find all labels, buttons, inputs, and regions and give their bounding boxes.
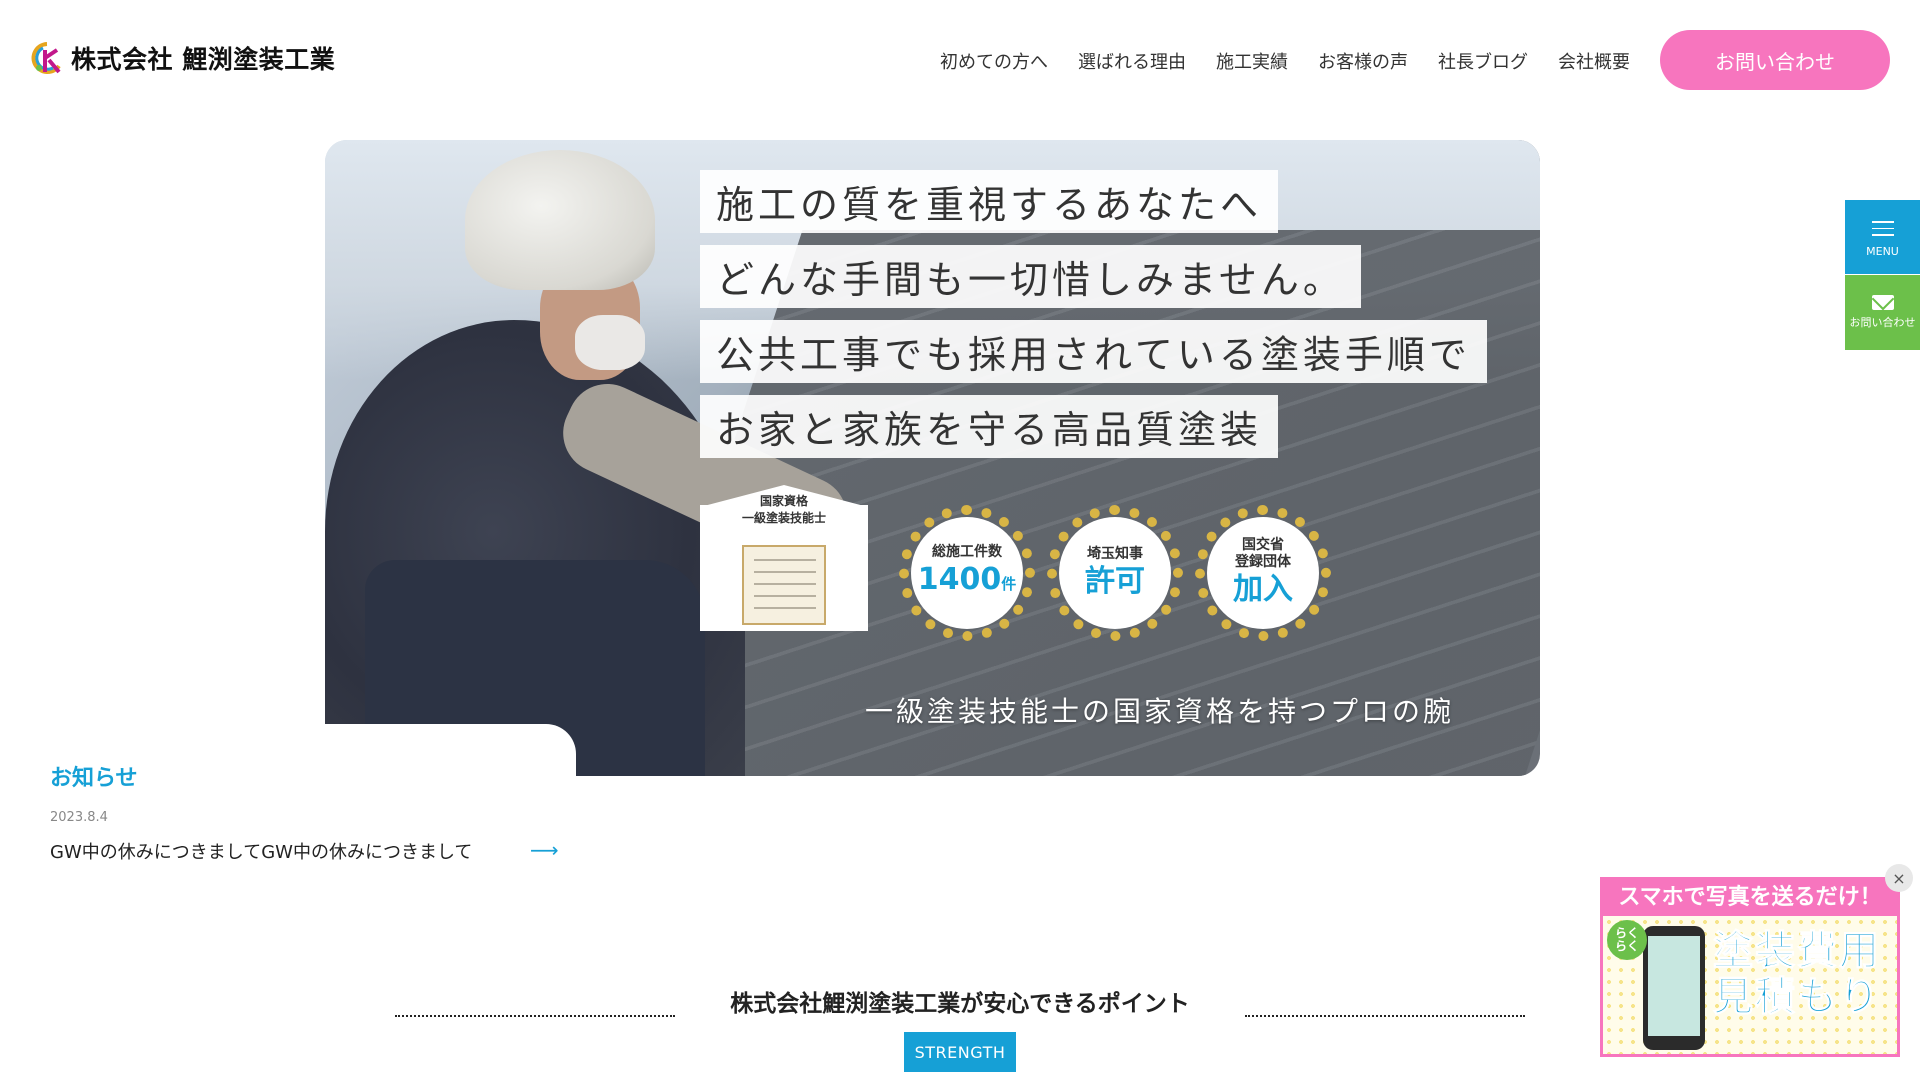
banner-headline: スマホで写真を送るだけ！ [1603,880,1897,916]
side-contact-button[interactable]: お問い合わせ [1845,275,1920,350]
badge-value: 加入 [1233,572,1293,607]
logo-mark-icon [31,42,61,74]
badge-label: 埼玉知事 [1087,545,1143,562]
news-item-link[interactable]: GW中の休みにつきましてGW中の休みにつきまして [50,838,472,864]
hamburger-icon [1871,216,1894,241]
nav-item-company[interactable]: 会社概要 [1558,48,1630,74]
cert-line-2: 一級塗装技能士 [741,511,826,525]
cert-line-1: 国家資格 [759,494,808,508]
hero-catch-3: 公共工事でも採用されている塗装手順で [700,320,1487,383]
nav-item-voices[interactable]: お客様の声 [1318,48,1408,74]
divider-right [1245,1015,1525,1017]
estimate-banner[interactable]: スマホで写真を送るだけ！ らく らく 塗装費用 見積もり [1600,877,1900,1057]
badge-works-count: 総施工件数 1400件 [899,505,1035,641]
hero-catch-2: どんな手間も一切惜しみません。 [700,245,1361,308]
side-menu-button[interactable]: MENU [1845,200,1920,274]
badge-mlit-registered: 国交省 登録団体 加入 [1195,505,1331,641]
hero-caption: 一級塗装技能士の国家資格を持つプロの腕 [865,695,1455,728]
hero-catch-4: お家と家族を守る高品質塗装 [700,395,1279,458]
arrow-right-icon[interactable]: ⟶ [530,838,559,862]
badge-value: 1400件 [917,561,1017,597]
side-contact-label: お問い合わせ [1849,316,1916,329]
logo[interactable]: 株式会社 鯉渕塗装工業 [29,40,335,76]
news-date: 2023.8.4 [50,810,108,825]
hero-worker-helmet [465,150,655,290]
certificate-icon [742,545,826,625]
site-header: 株式会社 鯉渕塗装工業 初めての方へ 選ばれる理由 施工実績 お客様の声 社長ブ… [0,0,1920,120]
nav-item-works[interactable]: 施工実績 [1216,48,1288,74]
points-title: 株式会社鯉渕塗装工業が安心できるポイント [730,991,1190,1017]
logo-text: 株式会社 鯉渕塗装工業 [71,45,336,74]
hero-image: 施工の質を重視するあなたへ どんな手間も一切惜しみません。 公共工事でも採用され… [325,140,1540,776]
mail-icon [1871,295,1894,310]
banner-tag: らく らく [1607,920,1647,960]
hero-catch-1: 施工の質を重視するあなたへ [700,170,1279,233]
cert-badge: 国家資格 一級塗装技能士 [700,494,868,631]
main-nav: 初めての方へ 選ばれる理由 施工実績 お客様の声 社長ブログ 会社概要 [940,48,1630,74]
hero-worker-mask [575,315,645,370]
badge-value: 許可 [1085,563,1145,599]
nav-item-first-time[interactable]: 初めての方へ [940,48,1048,74]
badge-governor-permit: 埼玉知事 許可 [1047,505,1183,641]
news-title: お知らせ [50,766,138,791]
cert-badge-title: 国家資格 一級塗装技能士 [700,493,868,527]
nav-item-blog[interactable]: 社長ブログ [1438,48,1528,74]
contact-button[interactable]: お問い合わせ [1660,30,1890,90]
badge-label: 国交省 登録団体 [1235,537,1291,570]
nav-item-reasons[interactable]: 選ばれる理由 [1078,48,1186,74]
badge-label: 総施工件数 [932,543,1002,560]
strength-tag: STRENGTH [904,1032,1016,1072]
close-icon[interactable]: × [1885,864,1913,892]
side-menu-label: MENU [1866,244,1899,258]
